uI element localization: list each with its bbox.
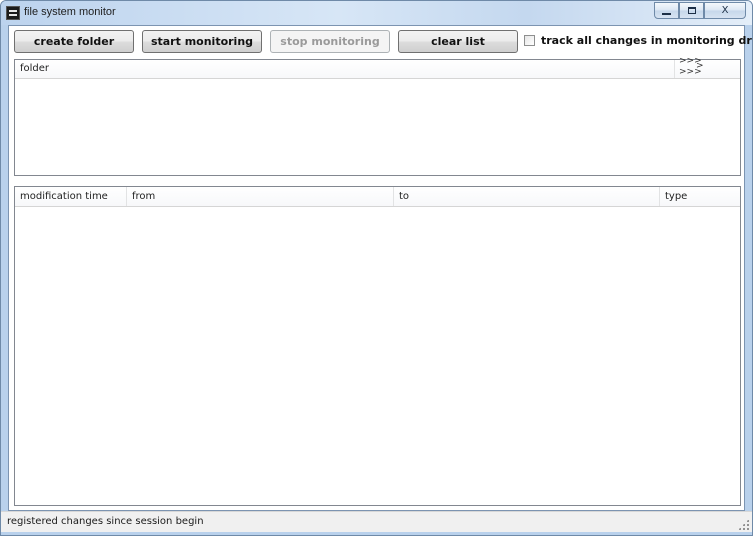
minimize-icon [662, 12, 671, 15]
status-text: registered changes since session begin [7, 516, 204, 527]
resize-grip-icon[interactable] [738, 519, 749, 530]
maximize-button[interactable] [679, 2, 704, 19]
column-header-to[interactable]: to [394, 187, 660, 206]
maximize-icon [687, 7, 696, 14]
caption-buttons: X [654, 2, 746, 19]
track-all-label[interactable]: track all changes in monitoring drives [541, 34, 752, 47]
start-monitoring-button[interactable]: start monitoring [142, 30, 262, 53]
events-list-header: modification time from to type [15, 187, 740, 207]
clear-list-button[interactable]: clear list [398, 30, 518, 53]
close-icon: X [721, 5, 729, 16]
minimize-button[interactable] [654, 2, 679, 19]
close-button[interactable]: X [704, 2, 746, 19]
folder-list-header: folder >>> > >>> [15, 57, 740, 79]
client-area: create folder start monitoring stop moni… [8, 25, 752, 511]
column-overflow-button[interactable]: >>> > >>> [679, 57, 704, 77]
column-header-folder[interactable]: folder [15, 60, 675, 78]
folder-list[interactable]: folder >>> > >>> [14, 57, 741, 176]
track-all-checkbox[interactable] [524, 35, 535, 46]
create-folder-button[interactable]: create folder [14, 30, 134, 53]
window-title: file system monitor [24, 6, 116, 18]
stop-monitoring-button[interactable]: stop monitoring [270, 30, 390, 53]
title-bar[interactable]: file system monitor X [1, 1, 752, 25]
status-bar: registered changes since session begin [1, 511, 752, 532]
events-list[interactable]: modification time from to type [14, 186, 741, 506]
main-window: file system monitor X create folder star… [0, 0, 753, 536]
column-header-modification-time[interactable]: modification time [15, 187, 127, 206]
terminal-icon[interactable] [6, 6, 20, 20]
overflow-chevron-single: > [696, 61, 704, 71]
track-all-checkbox-row[interactable]: track all changes in monitoring drives [524, 34, 752, 47]
column-header-type[interactable]: type [660, 187, 740, 206]
column-header-from[interactable]: from [127, 187, 394, 206]
